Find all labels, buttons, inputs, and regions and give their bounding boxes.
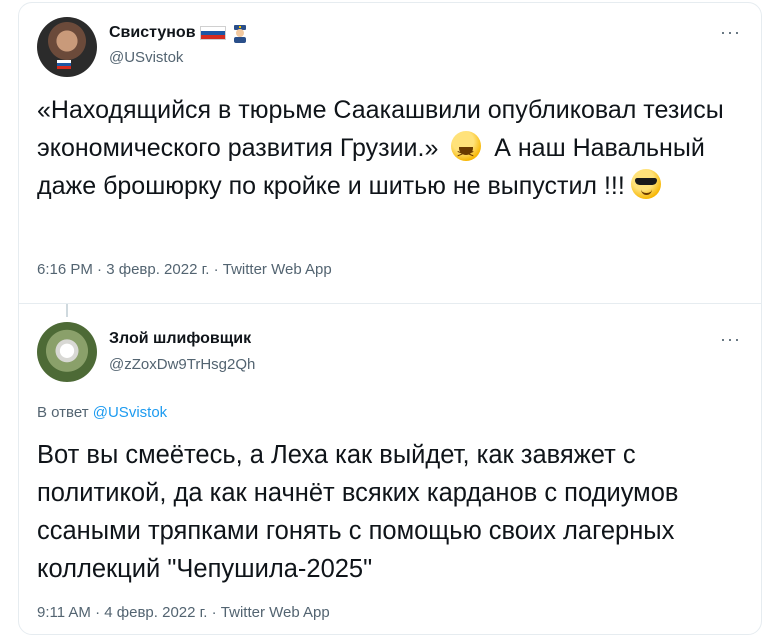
user-avatar[interactable] <box>37 322 97 382</box>
display-name[interactable]: Свистунов <box>109 24 196 42</box>
tweet-reply[interactable]: Злой шлифовщик @zZoxDw9TrHsg2Qh ··· В от… <box>19 303 761 634</box>
more-options-icon[interactable]: ··· <box>720 23 741 41</box>
tweet-text: «Находящийся в тюрьме Саакашвили опублик… <box>37 91 747 205</box>
tweet-date[interactable]: 4 февр. 2022 г. <box>104 604 207 621</box>
user-handle[interactable]: @zZoxDw9TrHsg2Qh <box>109 356 255 373</box>
display-name[interactable]: Злой шлифовщик <box>109 330 251 348</box>
tweet-thread: Свистунов @USvistok ··· «Находящийся в т… <box>18 2 762 635</box>
tweet-source[interactable]: Twitter Web App <box>223 261 332 278</box>
russia-flag-icon <box>57 60 71 69</box>
tweet-time[interactable]: 9:11 AM <box>37 604 91 621</box>
smiling-face-with-sunglasses-icon <box>630 169 661 199</box>
more-options-icon[interactable]: ··· <box>720 330 741 348</box>
tweet-metadata: 9:11 AM · 4 февр. 2022 г. · Twitter Web … <box>37 604 330 621</box>
user-handle[interactable]: @USvistok <box>109 49 183 66</box>
meta-separator: · <box>92 261 107 278</box>
meta-separator: · <box>209 261 223 278</box>
reply-context: В ответ @USvistok <box>37 404 167 421</box>
tweet-metadata: 6:16 PM · 3 февр. 2022 г. · Twitter Web … <box>37 261 332 278</box>
meta-separator: · <box>90 604 105 621</box>
police-officer-icon <box>230 23 250 43</box>
author-row: Свистунов <box>109 23 250 43</box>
reply-handle-link[interactable]: @USvistok <box>93 404 167 421</box>
author-row: Злой шлифовщик <box>109 330 251 348</box>
russia-flag-icon <box>199 26 226 40</box>
tweet-time[interactable]: 6:16 PM <box>37 261 93 278</box>
meta-separator: · <box>207 604 221 621</box>
reply-prefix: В ответ <box>37 404 89 421</box>
user-avatar[interactable] <box>37 17 97 77</box>
tweet-text: Вот вы смеётесь, а Леха как выйдет, как … <box>37 441 679 583</box>
tweet-date[interactable]: 3 февр. 2022 г. <box>106 261 209 278</box>
tweet-original[interactable]: Свистунов @USvistok ··· «Находящийся в т… <box>19 3 761 303</box>
tweet-source[interactable]: Twitter Web App <box>221 604 330 621</box>
grinning-squinting-face-icon <box>451 131 482 174</box>
